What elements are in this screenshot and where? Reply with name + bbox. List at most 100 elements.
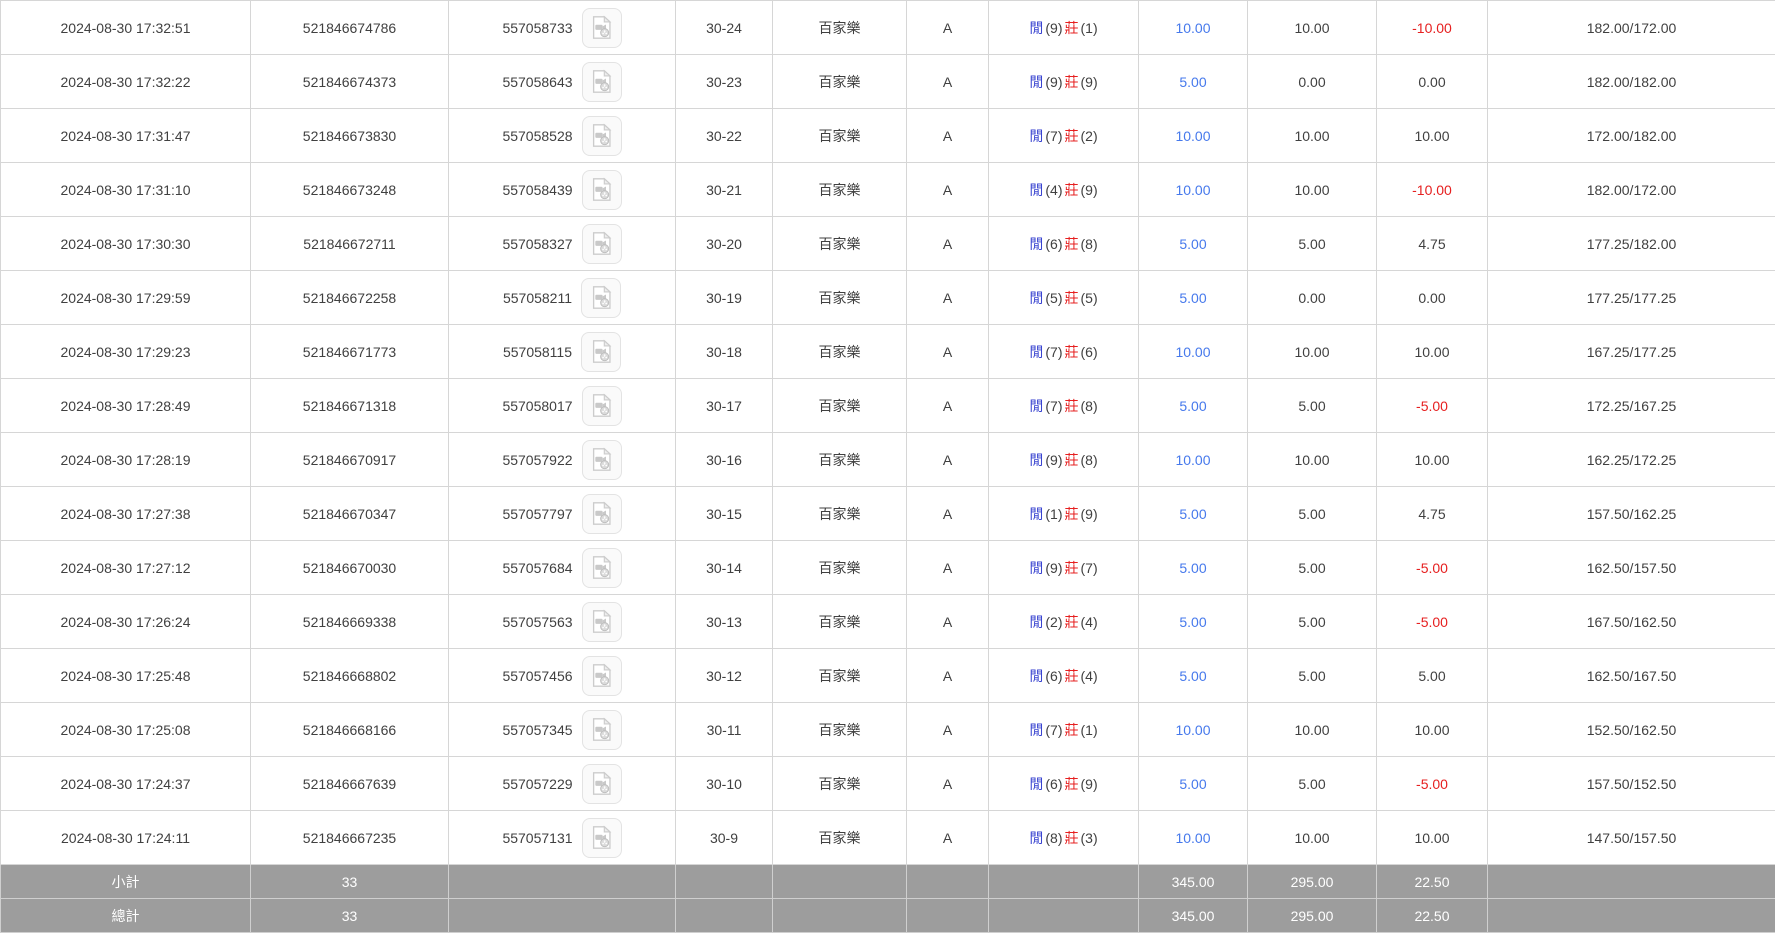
video-replay-button[interactable]	[582, 818, 622, 858]
video-file-icon	[588, 176, 615, 203]
round-number: 30-17	[676, 379, 773, 433]
session-cell: 557058439	[449, 163, 676, 217]
game-type: 百家樂	[773, 703, 907, 757]
valid-bet: 5.00	[1248, 487, 1377, 541]
session-cell: 557057229	[449, 757, 676, 811]
session-id: 557058643	[502, 74, 572, 90]
video-file-icon	[588, 122, 615, 149]
bet-time: 2024-08-30 17:28:49	[1, 379, 251, 433]
round-number: 30-10	[676, 757, 773, 811]
round-number: 30-11	[676, 703, 773, 757]
bet-id: 521846669338	[251, 595, 449, 649]
summary-count: 33	[251, 899, 449, 933]
valid-bet: 10.00	[1248, 811, 1377, 865]
game-type: 百家樂	[773, 1, 907, 55]
video-replay-button[interactable]	[582, 386, 622, 426]
game-result: 閒(2)莊(4)	[989, 595, 1139, 649]
bet-record-row: 2024-08-30 17:31:10 521846673248 5570584…	[1, 163, 1775, 217]
table-label: A	[907, 649, 989, 703]
player-label: 閒	[1029, 452, 1043, 468]
win-loss: 0.00	[1377, 55, 1488, 109]
round-number: 30-14	[676, 541, 773, 595]
bet-amount: 5.00	[1139, 487, 1248, 541]
bet-record-row: 2024-08-30 17:28:49 521846671318 5570580…	[1, 379, 1775, 433]
video-replay-button[interactable]	[582, 170, 622, 210]
summary-empty	[989, 899, 1139, 933]
summary-empty	[449, 899, 676, 933]
table-label: A	[907, 325, 989, 379]
game-type: 百家樂	[773, 379, 907, 433]
video-file-icon	[588, 500, 615, 527]
video-replay-button[interactable]	[582, 494, 622, 534]
video-replay-button[interactable]	[582, 116, 622, 156]
round-number: 30-15	[676, 487, 773, 541]
bet-time: 2024-08-30 17:30:30	[1, 217, 251, 271]
bet-time: 2024-08-30 17:28:19	[1, 433, 251, 487]
video-replay-button[interactable]	[582, 62, 622, 102]
table-label: A	[907, 109, 989, 163]
player-label: 閒	[1029, 560, 1043, 576]
win-loss: -5.00	[1377, 541, 1488, 595]
round-number: 30-20	[676, 217, 773, 271]
game-result: 閒(6)莊(4)	[989, 649, 1139, 703]
banker-score: (4)	[1081, 614, 1098, 630]
bet-id: 521846668166	[251, 703, 449, 757]
table-label: A	[907, 757, 989, 811]
valid-bet: 0.00	[1248, 55, 1377, 109]
summary-valid-total: 295.00	[1248, 899, 1377, 933]
game-type: 百家樂	[773, 109, 907, 163]
balance: 172.00/182.00	[1488, 109, 1775, 163]
video-file-icon	[588, 608, 615, 635]
bet-amount: 10.00	[1139, 325, 1248, 379]
bet-record-row: 2024-08-30 17:25:08 521846668166 5570573…	[1, 703, 1775, 757]
video-replay-button[interactable]	[581, 332, 621, 372]
bet-id: 521846674373	[251, 55, 449, 109]
summary-empty	[676, 865, 773, 899]
video-replay-button[interactable]	[581, 278, 621, 318]
valid-bet: 10.00	[1248, 163, 1377, 217]
video-replay-button[interactable]	[582, 764, 622, 804]
game-result: 閒(7)莊(6)	[989, 325, 1139, 379]
game-type: 百家樂	[773, 217, 907, 271]
bet-amount: 10.00	[1139, 433, 1248, 487]
valid-bet: 10.00	[1248, 109, 1377, 163]
table-label: A	[907, 595, 989, 649]
video-file-icon	[588, 662, 615, 689]
table-label: A	[907, 541, 989, 595]
video-file-icon	[588, 392, 615, 419]
video-file-icon	[588, 68, 615, 95]
video-replay-button[interactable]	[582, 8, 622, 48]
banker-score: (8)	[1081, 236, 1098, 252]
player-score: (6)	[1045, 776, 1062, 792]
video-replay-button[interactable]	[582, 602, 622, 642]
win-loss: 10.00	[1377, 703, 1488, 757]
bet-time: 2024-08-30 17:27:38	[1, 487, 251, 541]
video-replay-button[interactable]	[582, 224, 622, 264]
video-replay-button[interactable]	[582, 710, 622, 750]
summary-empty	[907, 865, 989, 899]
summary-empty	[773, 865, 907, 899]
video-replay-button[interactable]	[582, 548, 622, 588]
bet-record-row: 2024-08-30 17:32:22 521846674373 5570586…	[1, 55, 1775, 109]
valid-bet: 10.00	[1248, 325, 1377, 379]
table-label: A	[907, 703, 989, 757]
summary-label: 小計	[1, 865, 251, 899]
bet-time: 2024-08-30 17:32:22	[1, 55, 251, 109]
bet-record-row: 2024-08-30 17:24:37 521846667639 5570572…	[1, 757, 1775, 811]
video-replay-button[interactable]	[582, 440, 622, 480]
banker-label: 莊	[1065, 560, 1079, 576]
summary-valid-total: 295.00	[1248, 865, 1377, 899]
round-number: 30-18	[676, 325, 773, 379]
table-label: A	[907, 217, 989, 271]
player-score: (6)	[1045, 236, 1062, 252]
session-id: 557057456	[502, 668, 572, 684]
player-score: (9)	[1045, 560, 1062, 576]
summary-empty	[676, 899, 773, 933]
bet-record-row: 2024-08-30 17:29:59 521846672258 5570582…	[1, 271, 1775, 325]
banker-score: (8)	[1081, 452, 1098, 468]
table-label: A	[907, 379, 989, 433]
valid-bet: 5.00	[1248, 649, 1377, 703]
session-cell: 557058528	[449, 109, 676, 163]
video-replay-button[interactable]	[582, 656, 622, 696]
banker-label: 莊	[1065, 722, 1079, 738]
